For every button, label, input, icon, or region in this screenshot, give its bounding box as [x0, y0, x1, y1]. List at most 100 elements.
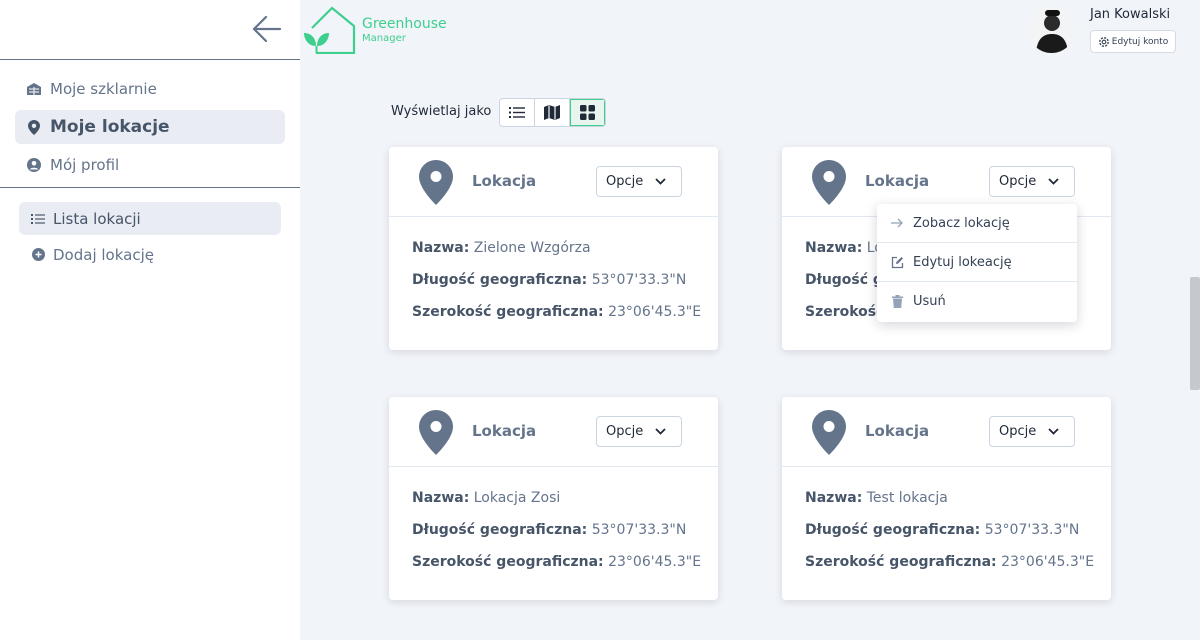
options-button[interactable]: Opcje [596, 166, 682, 197]
latitude-key: Szerokość geograficzna: [805, 554, 997, 570]
menu-item-label: Edytuj lokeację [913, 254, 1012, 270]
longitude-key: Długość geograficzna: [805, 522, 981, 538]
card-header: Lokacja Opcje [389, 147, 718, 217]
arrow-left-icon [252, 15, 282, 43]
view-grid-button[interactable] [570, 99, 605, 126]
map-pin-icon [812, 160, 846, 205]
map-pin-icon [419, 160, 453, 205]
card-header: Lokacja Opcje [782, 397, 1111, 467]
map-pin-icon [26, 119, 42, 135]
options-button[interactable]: Opcje [989, 416, 1075, 447]
plus-circle-icon [31, 248, 45, 262]
name-value: Lokacja Zosi [473, 490, 561, 506]
name-key: Nazwa: [412, 490, 470, 506]
chevron-down-icon [655, 178, 666, 185]
sidebar-item-label: Moje lokacje [50, 117, 170, 137]
logo-text: Greenhouse Manager [362, 17, 447, 44]
scrollbar-thumb[interactable] [1190, 277, 1200, 390]
latitude-key: Szerokość geograficzna: [412, 304, 604, 320]
latitude-value: 23°06'45.3"E [608, 304, 702, 320]
longitude-value: 53°07'33.3"N [984, 522, 1080, 538]
list-icon [509, 107, 525, 118]
view-list-button[interactable] [500, 99, 535, 126]
sidebar-item-add-location[interactable]: Dodaj lokację [19, 238, 281, 271]
arrow-right-icon [890, 218, 904, 228]
latitude-key: Szerokość [805, 304, 885, 320]
chevron-down-icon [1048, 428, 1059, 435]
view-mode-toggle [499, 98, 606, 127]
options-button[interactable]: Opcje [989, 166, 1075, 197]
location-name-row: Nazwa: Test lokacja [805, 490, 1111, 522]
chevron-down-icon [655, 428, 666, 435]
location-card: Lokacja Opcje Nazwa: Lokacja Zosi Długoś… [389, 397, 718, 600]
grid-icon [580, 105, 595, 120]
options-dropdown-menu: Zobacz lokację Edytuj lokeację Usuń [877, 204, 1077, 322]
sidebar-item-label: Dodaj lokację [53, 245, 154, 264]
sidebar-item-label: Lista lokacji [53, 209, 141, 228]
edit-icon [890, 256, 904, 269]
location-card: Lokacja Opcje Nazwa: Zielone Wzgórza Dłu… [389, 147, 718, 350]
sidebar-item-locations[interactable]: Moje lokacje [15, 110, 285, 144]
map-pin-icon [419, 410, 453, 455]
location-name-row: Nazwa: Lokacja Zosi [412, 490, 718, 522]
sidebar-item-location-list[interactable]: Lista lokacji [19, 202, 281, 235]
card-body: Nazwa: Test lokacja Długość geograficzna… [782, 467, 1111, 586]
longitude-key: Długość g [805, 272, 883, 288]
sidebar-header [0, 0, 300, 60]
options-label: Opcje [999, 174, 1037, 189]
options-button[interactable]: Opcje [596, 416, 682, 447]
avatar[interactable] [1028, 6, 1075, 53]
trash-icon [890, 295, 904, 308]
name-key: Nazwa: [805, 490, 863, 506]
name-key: Nazwa: [412, 240, 470, 256]
sidebar-item-label: Mój profil [50, 156, 120, 174]
app-logo[interactable]: Greenhouse Manager [302, 6, 447, 54]
back-button[interactable] [250, 12, 284, 46]
edit-account-button[interactable]: Edytuj konto [1090, 30, 1176, 53]
latitude-value: 23°06'45.3"E [608, 554, 702, 570]
chevron-down-icon [1048, 178, 1059, 185]
view-mode-label: Wyświetlaj jako [391, 104, 492, 119]
edit-account-label: Edytuj konto [1111, 36, 1169, 47]
menu-item-delete-location[interactable]: Usuń [877, 282, 1077, 321]
name-value: Test lokacja [866, 490, 948, 506]
menu-item-view-location[interactable]: Zobacz lokację [877, 204, 1077, 243]
longitude-row: Długość geograficzna: 53°07'33.3"N [412, 272, 718, 304]
main-nav: Moje szklarnie Moje lokacje Mój profil [0, 60, 300, 188]
greenhouse-icon [26, 81, 42, 97]
menu-item-edit-location[interactable]: Edytuj lokeację [877, 243, 1077, 282]
name-key: Nazwa: [805, 240, 863, 256]
longitude-row: Długość geograficzna: 53°07'33.3"N [805, 522, 1111, 554]
longitude-key: Długość geograficzna: [412, 522, 588, 538]
card-title: Lokacja [865, 172, 930, 190]
menu-item-label: Usuń [913, 294, 946, 309]
view-map-button[interactable] [535, 99, 570, 126]
sidebar: Moje szklarnie Moje lokacje Mój profil L… [0, 0, 300, 640]
latitude-value: 23°06'45.3"E [1001, 554, 1095, 570]
list-icon [31, 212, 45, 226]
logo-subtitle: Manager [362, 32, 406, 44]
greenhouse-logo-icon [304, 6, 356, 54]
latitude-row: Szerokość geograficzna: 23°06'45.3"E [412, 304, 718, 336]
sidebar-item-greenhouses[interactable]: Moje szklarnie [15, 72, 285, 106]
sub-nav: Lista lokacji Dodaj lokację [0, 188, 300, 271]
gear-icon [1098, 36, 1110, 48]
map-pin-icon [812, 410, 846, 455]
location-name-row: Nazwa: Zielone Wzgórza [412, 240, 718, 272]
longitude-value: 53°07'33.3"N [591, 272, 687, 288]
options-label: Opcje [606, 424, 644, 439]
logo-title: Greenhouse [362, 15, 447, 32]
longitude-key: Długość geograficzna: [412, 272, 588, 288]
longitude-value: 53°07'33.3"N [591, 522, 687, 538]
vertical-scrollbar[interactable] [1188, 0, 1200, 640]
longitude-row: Długość geograficzna: 53°07'33.3"N [412, 522, 718, 554]
menu-item-label: Zobacz lokację [913, 215, 1010, 231]
card-body: Nazwa: Lokacja Zosi Długość geograficzna… [389, 467, 718, 586]
options-label: Opcje [999, 424, 1037, 439]
sidebar-item-profile[interactable]: Mój profil [15, 148, 285, 182]
card-header: Lokacja Opcje [389, 397, 718, 467]
name-value: Zielone Wzgórza [473, 240, 591, 256]
map-icon [544, 105, 560, 120]
card-title: Lokacja [472, 422, 537, 440]
card-body: Nazwa: Zielone Wzgórza Długość geografic… [389, 217, 718, 336]
